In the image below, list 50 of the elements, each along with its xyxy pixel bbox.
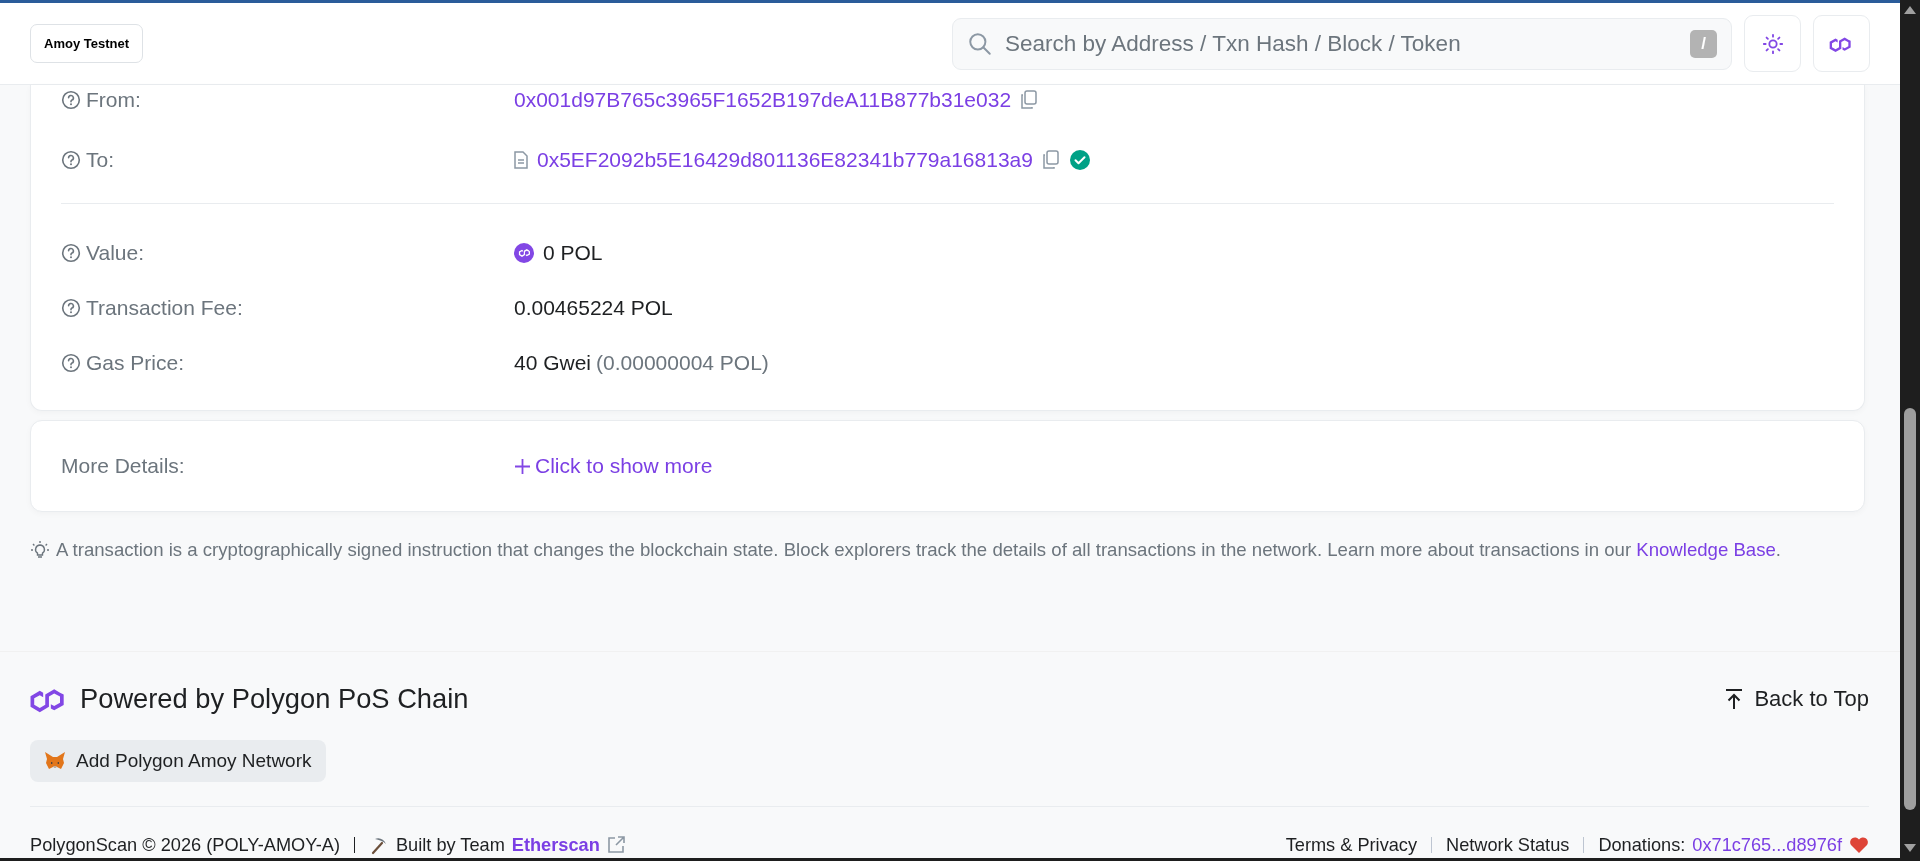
plus-icon xyxy=(514,457,531,475)
field-label: More Details: xyxy=(61,454,185,478)
donation-address-link[interactable]: 0x71c765...d8976f xyxy=(1692,834,1842,856)
theme-toggle-button[interactable] xyxy=(1744,15,1801,72)
scroll-up-icon[interactable] xyxy=(1904,6,1916,14)
token-icon xyxy=(514,243,534,263)
info-text: A transaction is a cryptographically signed instruction that changes the blockchain state. Block explorers track the details of all transactions in the network. Learn more about transactions in our Knowledge Base. xyxy=(56,540,1781,560)
knowledge-base-link[interactable]: Knowledge Base xyxy=(1636,539,1776,560)
network-switch-button[interactable] xyxy=(1813,15,1870,72)
field-value: 0.00465224 POL xyxy=(514,296,673,320)
field-label: Transaction Fee: xyxy=(86,296,243,320)
search-field[interactable]: Search by Address / Txn Hash / Block / Token xyxy=(1003,29,1681,58)
field-label: Value: xyxy=(86,241,144,265)
field-note: (0.00000004 POL) xyxy=(596,351,769,375)
sun-icon xyxy=(1761,32,1784,55)
lightbulb-icon xyxy=(30,540,50,560)
scroll-down-icon[interactable] xyxy=(1904,844,1916,852)
shortcut-key: / xyxy=(1690,29,1717,58)
fox-icon xyxy=(44,751,66,771)
help-icon xyxy=(61,353,81,373)
footer-link[interactable]: Network Status xyxy=(1446,834,1570,856)
scrollbar-thumb[interactable] xyxy=(1904,408,1916,810)
show-more-link[interactable]: Click to show more xyxy=(514,454,713,478)
help-icon xyxy=(61,243,81,263)
external-link-icon xyxy=(606,836,625,854)
field-label: Gas Price: xyxy=(86,351,185,375)
back-to-top-link[interactable]: Back to Top xyxy=(1724,686,1869,712)
field-value: 0 POL xyxy=(543,241,603,265)
network-badge[interactable]: Amoy Testnet xyxy=(30,24,143,63)
built-by-text: Built by Team xyxy=(395,834,505,856)
copyright-text: PolygonScan © 2026 (POLY-AMOY-A) xyxy=(30,834,340,856)
copy-icon[interactable] xyxy=(1041,150,1060,170)
document-icon xyxy=(514,151,528,169)
copy-icon[interactable] xyxy=(1020,90,1039,110)
field-label: To: xyxy=(86,148,114,172)
footer-title: Powered by Polygon PoS Chain xyxy=(80,683,469,715)
donations-label: Donations: xyxy=(1598,834,1686,856)
add-network-button[interactable]: Add Polygon Amoy Network xyxy=(30,740,326,782)
help-icon xyxy=(61,150,81,170)
arrow-up-icon xyxy=(1724,688,1745,710)
field-label: From: xyxy=(86,88,141,112)
field-value: 40 Gwei xyxy=(514,351,592,375)
help-icon xyxy=(61,298,81,318)
search-icon xyxy=(967,30,993,57)
address-link[interactable]: 0x001d97B765c3965F1652B197deA11B877b31e032 xyxy=(514,88,1012,112)
heart-icon xyxy=(1849,836,1869,854)
etherscan-link[interactable]: Etherscan xyxy=(511,834,600,856)
footer-link[interactable]: Terms & Privacy xyxy=(1285,834,1418,856)
help-icon xyxy=(61,90,81,110)
address-link[interactable]: 0x5EF2092b5E16429d801136E82341b779a16813a9 xyxy=(537,148,1033,172)
